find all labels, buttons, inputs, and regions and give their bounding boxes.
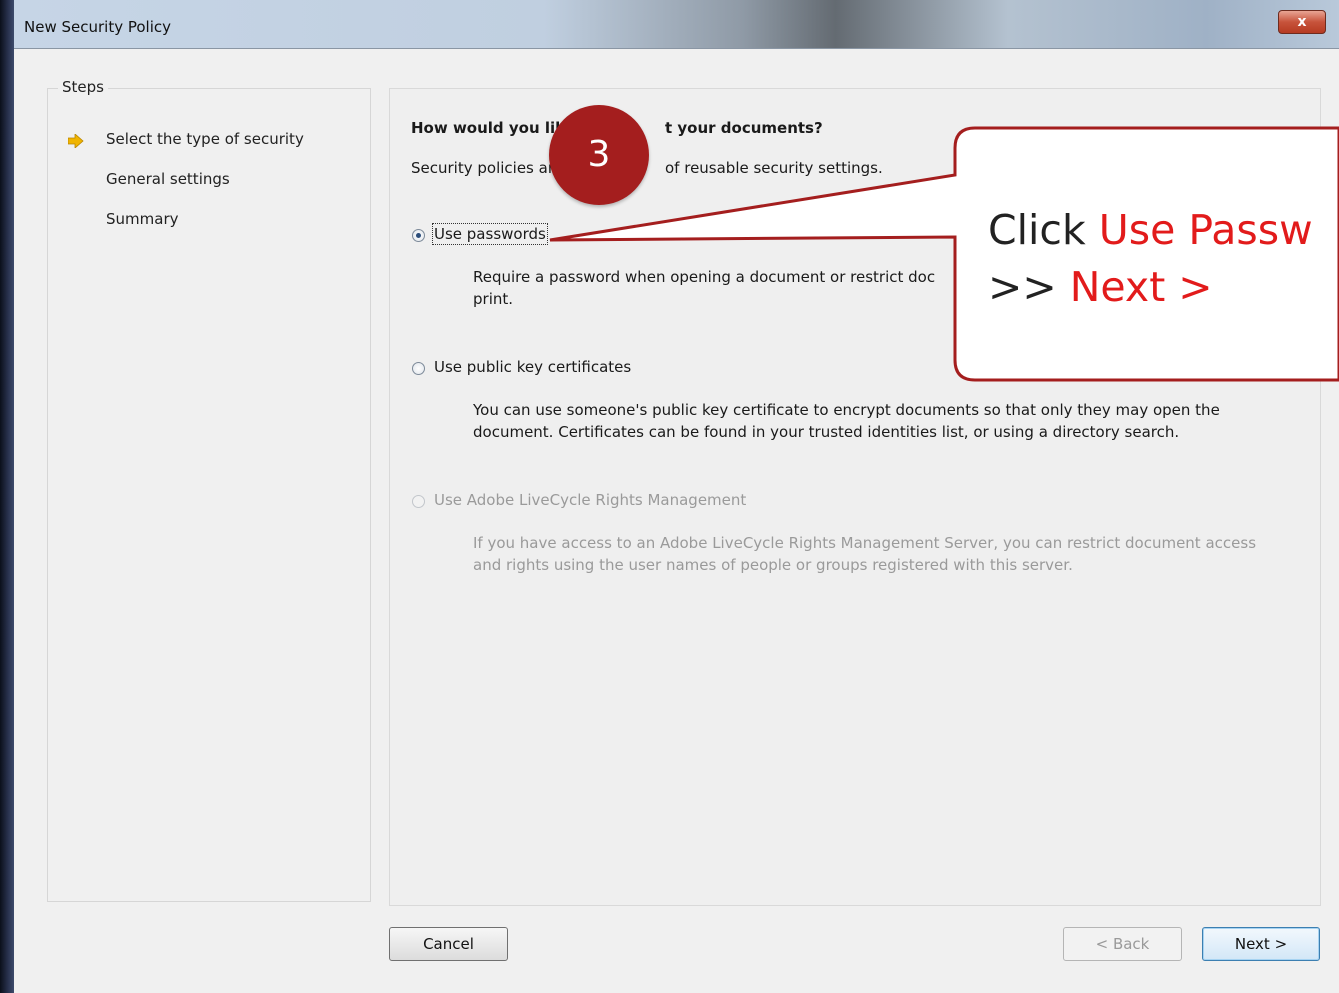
- callout-highlight-use-passwords: Use Passw: [1098, 206, 1313, 254]
- callout-line-2: >> Next >: [988, 262, 1213, 312]
- callout-highlight-next: Next >: [1069, 263, 1213, 311]
- callout-line-1: Click Use Passw: [988, 205, 1313, 255]
- callout-click-text: Click: [988, 206, 1099, 254]
- callout-bubble: [549, 126, 1339, 382]
- callout-arrow-text: >>: [988, 263, 1070, 311]
- step-number-badge: 3: [549, 105, 649, 205]
